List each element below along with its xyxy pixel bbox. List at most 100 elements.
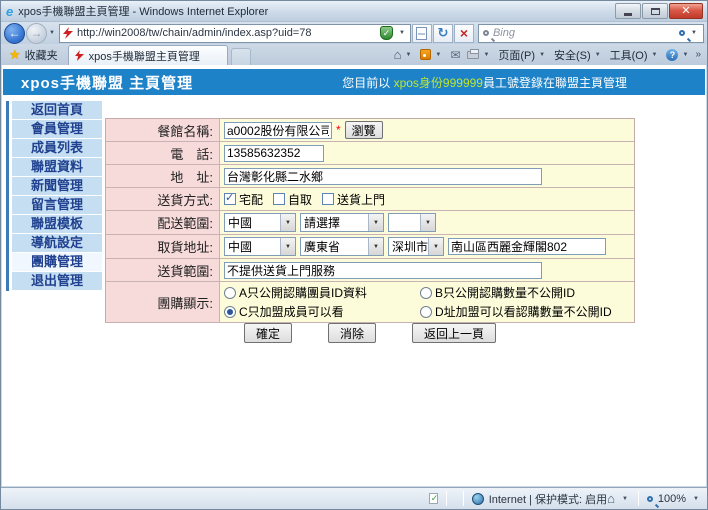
range-country-select[interactable]: 中國▼ bbox=[224, 213, 296, 232]
print-button[interactable]: ▼ bbox=[465, 51, 493, 59]
view-mode-icon[interactable]: ⌂ bbox=[607, 491, 615, 506]
mail-button[interactable]: ✉ bbox=[448, 48, 462, 62]
page-tab[interactable]: xpos手機聯盟主頁管理 bbox=[68, 45, 228, 65]
mail-icon: ✉ bbox=[450, 48, 460, 62]
sidebar-item-members[interactable]: 會員管理 bbox=[12, 120, 102, 138]
delivery-scope-input[interactable] bbox=[224, 262, 542, 279]
refresh-button[interactable]: ↻ bbox=[433, 24, 453, 43]
search-submit-icon[interactable] bbox=[679, 30, 685, 36]
tab-favicon-icon bbox=[75, 50, 84, 61]
menu-page[interactable]: 页面(P)▼ bbox=[496, 47, 549, 63]
pickup-address-label: 取貨地址: bbox=[106, 235, 220, 258]
url-text[interactable]: http://win2008/tw/chain/admin/index.asp?… bbox=[77, 27, 376, 39]
delivery-option-home[interactable]: 宅配 bbox=[224, 191, 263, 208]
confirm-button[interactable]: 確定 bbox=[244, 323, 292, 343]
address-bar[interactable]: http://win2008/tw/chain/admin/index.asp?… bbox=[59, 24, 411, 43]
refresh-icon: ↻ bbox=[438, 25, 449, 41]
history-dropdown-icon[interactable]: ▼ bbox=[49, 30, 55, 36]
page-header: xpos手機聯盟 主頁管理 您目前以 xpos身份999999員工號登錄在聯盟主… bbox=[3, 69, 705, 95]
range-city-select[interactable]: ▼ bbox=[388, 213, 436, 232]
zoom-level[interactable]: 100% bbox=[658, 493, 686, 505]
delivery-option-pickup[interactable]: 自取 bbox=[273, 191, 312, 208]
close-button[interactable]: ✕ bbox=[669, 3, 703, 19]
home-button[interactable]: ⌂▼ bbox=[392, 47, 416, 62]
favorites-button[interactable]: ★ 收藏夹 bbox=[5, 44, 62, 65]
required-mark: * bbox=[336, 123, 341, 137]
security-shield-icon[interactable]: ✓ bbox=[380, 26, 393, 40]
minimize-button[interactable] bbox=[615, 3, 641, 19]
delivery-option-door[interactable]: 送貨上門 bbox=[322, 191, 385, 208]
stop-icon: × bbox=[460, 26, 468, 40]
new-tab-stub[interactable] bbox=[231, 48, 251, 65]
sidebar-item-messages[interactable]: 留言管理 bbox=[12, 196, 102, 214]
help-icon: ? bbox=[666, 49, 678, 61]
page-status-icon bbox=[429, 493, 438, 504]
forward-button[interactable]: → bbox=[26, 23, 47, 44]
maximize-button[interactable] bbox=[642, 3, 668, 19]
back-button[interactable]: ← bbox=[4, 23, 25, 44]
sidebar-item-templates[interactable]: 聯盟模板 bbox=[12, 215, 102, 233]
display-option-d[interactable]: D址加盟可以看認購數量不公開ID bbox=[420, 303, 612, 320]
menu-security[interactable]: 安全(S)▼ bbox=[552, 47, 605, 63]
row-delivery-scope: 送貨範圍: bbox=[106, 259, 634, 282]
zoom-dropdown-icon[interactable]: ▼ bbox=[693, 496, 699, 502]
display-option-b[interactable]: B只公開認購數量不公開ID bbox=[420, 284, 612, 301]
groupbuy-form: 餐館名稱: * 瀏覽 電 話: 地 址: 送貨方 bbox=[105, 118, 635, 323]
chevron-icon[interactable]: » bbox=[695, 49, 701, 60]
zoom-magnifier-icon[interactable] bbox=[647, 496, 653, 502]
row-delivery-method: 送貨方式: 宅配 自取 送貨上門 bbox=[106, 188, 634, 211]
menu-tools[interactable]: 工具(O)▼ bbox=[608, 47, 662, 63]
sidebar-item-alliance-info[interactable]: 聯盟資料 bbox=[12, 158, 102, 176]
checkbox-self-pickup[interactable] bbox=[273, 193, 285, 205]
display-option-a[interactable]: A只公開認購團員ID資料 bbox=[224, 284, 420, 301]
display-option-c[interactable]: C只加盟成員可以看 bbox=[224, 303, 420, 320]
pickup-city-select[interactable]: 深圳市▼ bbox=[388, 237, 444, 256]
display-mode-label: 團購顯示: bbox=[106, 282, 220, 322]
view-mode-dropdown-icon[interactable]: ▼ bbox=[622, 496, 628, 502]
restaurant-name-label: 餐館名稱: bbox=[106, 119, 220, 141]
phone-input[interactable] bbox=[224, 145, 324, 162]
radio-option-b[interactable] bbox=[420, 287, 432, 299]
address-input[interactable] bbox=[224, 168, 542, 185]
row-phone: 電 話: bbox=[106, 142, 634, 165]
site-favicon-icon bbox=[63, 27, 73, 39]
search-magnifier-icon bbox=[483, 30, 489, 36]
radio-option-c[interactable] bbox=[224, 306, 236, 318]
search-box[interactable]: Bing ▼ bbox=[478, 24, 704, 43]
navigation-bar: ← → ▼ http://win2008/tw/chain/admin/inde… bbox=[1, 22, 707, 44]
sidebar-item-groupbuy[interactable]: 團購管理 bbox=[12, 253, 102, 271]
pickup-province-select[interactable]: 廣東省▼ bbox=[300, 237, 384, 256]
sidebar-item-logout[interactable]: 退出管理 bbox=[12, 272, 102, 290]
stop-button[interactable]: × bbox=[454, 24, 474, 43]
page-title: xpos手機聯盟 主頁管理 bbox=[21, 72, 193, 93]
restaurant-name-input[interactable] bbox=[224, 122, 332, 139]
pickup-detail-input[interactable] bbox=[448, 238, 606, 255]
browse-button[interactable]: 瀏覽 bbox=[345, 121, 383, 139]
sidebar-item-news[interactable]: 新聞管理 bbox=[12, 177, 102, 195]
back-page-button[interactable]: 返回上一頁 bbox=[412, 323, 496, 343]
sidebar-item-navigation[interactable]: 導航設定 bbox=[12, 234, 102, 252]
radio-option-d[interactable] bbox=[420, 306, 432, 318]
tab-title: xpos手機聯盟主頁管理 bbox=[89, 48, 200, 64]
help-button[interactable]: ?▼ bbox=[664, 49, 692, 61]
window-title: xpos手機聯盟主頁管理 - Windows Internet Explorer bbox=[18, 3, 268, 19]
rss-icon bbox=[420, 49, 431, 60]
compatibility-view-button[interactable] bbox=[412, 24, 432, 43]
sidebar-item-home[interactable]: 返回首頁 bbox=[12, 101, 102, 119]
radio-option-a[interactable] bbox=[224, 287, 236, 299]
pickup-country-select[interactable]: 中國▼ bbox=[224, 237, 296, 256]
clear-button[interactable]: 消除 bbox=[328, 323, 376, 343]
search-dropdown-icon[interactable]: ▼ bbox=[691, 30, 697, 36]
search-input[interactable]: Bing bbox=[493, 27, 675, 39]
phone-label: 電 話: bbox=[106, 142, 220, 164]
range-province-select[interactable]: 請選擇▼ bbox=[300, 213, 384, 232]
feeds-button[interactable]: ▼ bbox=[418, 49, 445, 60]
zone-text: Internet | 保护模式: 启用 bbox=[489, 491, 607, 507]
checkbox-door-delivery[interactable] bbox=[322, 193, 334, 205]
title-bar: e xpos手機聯盟主頁管理 - Windows Internet Explor… bbox=[1, 1, 707, 22]
shield-dropdown-icon[interactable]: ▼ bbox=[399, 30, 405, 36]
form-buttons: 確定 消除 返回上一頁 bbox=[105, 323, 635, 343]
sidebar-item-member-list[interactable]: 成員列表 bbox=[12, 139, 102, 157]
checkbox-home-delivery[interactable] bbox=[224, 193, 236, 205]
chevron-down-icon: ▼ bbox=[368, 238, 383, 255]
